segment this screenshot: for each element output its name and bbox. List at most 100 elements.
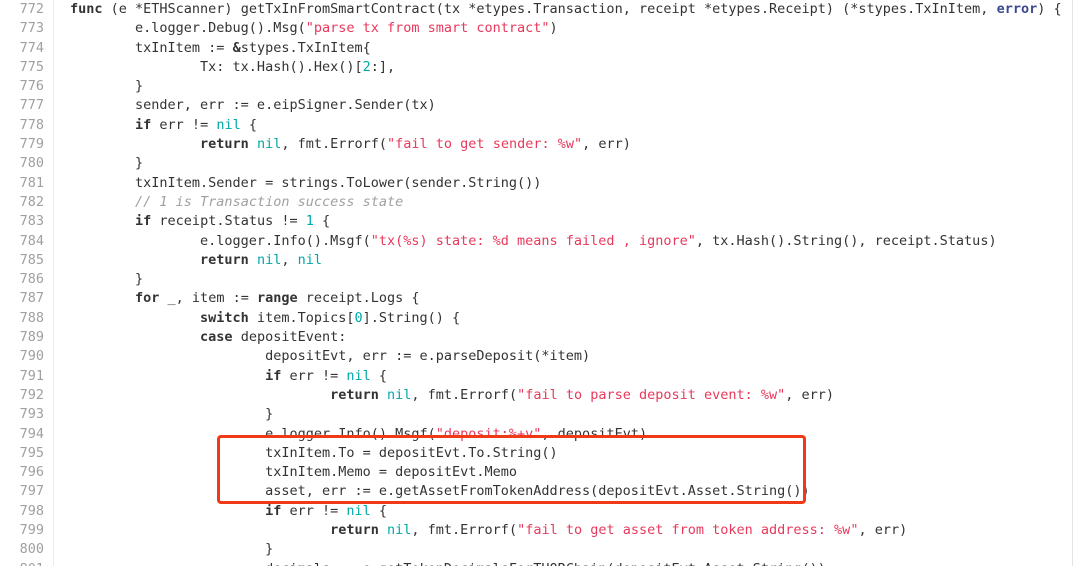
token-type: error xyxy=(996,1,1038,17)
line-content[interactable]: txInItem := &stypes.TxInItem{ xyxy=(54,39,1080,58)
line-number: 793 xyxy=(0,405,54,425)
line-content[interactable]: } xyxy=(54,77,1080,96)
code-line: 778 if err != nil { xyxy=(0,115,1080,136)
line-content[interactable]: if err != nil { xyxy=(54,367,1080,386)
line-content[interactable]: return nil, fmt.Errorf("fail to get asse… xyxy=(54,521,1080,540)
token-pl: txInItem.To = depositEvt.To.String() xyxy=(70,444,558,461)
line-content[interactable]: asset, err := e.getAssetFromTokenAddress… xyxy=(54,482,1080,501)
token-str: "parse tx from smart contract" xyxy=(305,20,550,37)
line-content[interactable]: Tx: tx.Hash().Hex()[2:], xyxy=(54,58,1080,77)
token-str: "fail to get asset from token address: %… xyxy=(517,522,859,539)
line-content[interactable]: txInItem.Sender = strings.ToLower(sender… xyxy=(54,174,1080,193)
token-pl: , fmt.Errorf( xyxy=(411,522,518,539)
line-content[interactable]: } xyxy=(54,540,1080,559)
code-line: 782 // 1 is Transaction success state xyxy=(0,192,1080,213)
line-number: 791 xyxy=(0,366,54,386)
line-content[interactable]: return nil, fmt.Errorf("fail to get send… xyxy=(54,135,1080,154)
code-line: 776 } xyxy=(0,77,1080,97)
code-line: 788 switch item.Topics[0].String() { xyxy=(0,308,1080,329)
line-number: 776 xyxy=(0,77,54,97)
code-listing: 772 func (e *ETHScanner) getTxInFromSmart… xyxy=(0,0,1080,566)
token-pl: e.logger.Info().Msgf( xyxy=(70,232,371,249)
line-content[interactable]: } xyxy=(54,154,1080,173)
line-number: 779 xyxy=(0,135,54,155)
line-number: 778 xyxy=(0,115,54,136)
token-pl: decimals := e.getTokenDecimalsForTHORCha… xyxy=(70,561,826,566)
code-line: 772 func (e *ETHScanner) getTxInFromSmart… xyxy=(0,0,1080,20)
line-content[interactable]: func (e *ETHScanner) getTxInFromSmartCon… xyxy=(54,0,1080,19)
token-kw: range xyxy=(256,290,298,307)
token-pl: receipt.Status != xyxy=(151,213,306,230)
token-kw: return xyxy=(330,386,379,403)
line-content[interactable]: txInItem.To = depositEvt.To.String() xyxy=(54,444,1080,463)
line-content[interactable]: txInItem.Memo = depositEvt.Memo xyxy=(54,463,1080,482)
token-pl: depositEvent: xyxy=(232,329,347,346)
code-line: 780 } xyxy=(0,154,1080,174)
token-kw: if xyxy=(135,213,152,230)
token-pl: txInItem.Sender = strings.ToLower(sender… xyxy=(70,174,542,191)
line-content[interactable]: if err != nil { xyxy=(54,502,1080,521)
line-number: 790 xyxy=(0,347,54,367)
line-content[interactable]: case depositEvent: xyxy=(54,328,1080,347)
line-content[interactable]: for _, item := range receipt.Logs { xyxy=(54,289,1080,308)
line-number: 788 xyxy=(0,308,54,329)
line-number: 773 xyxy=(0,19,54,39)
code-line: 786 } xyxy=(0,270,1080,290)
token-pl: , err) xyxy=(582,136,631,153)
line-content[interactable]: return nil, fmt.Errorf("fail to parse de… xyxy=(54,386,1080,405)
line-number: 777 xyxy=(0,96,54,116)
code-line: 777 sender, err := e.eipSigner.Sender(tx… xyxy=(0,96,1080,116)
line-content[interactable]: switch item.Topics[0].String() { xyxy=(54,309,1080,328)
token-pl: , err) xyxy=(858,522,908,539)
line-content[interactable]: e.logger.Info().Msgf("tx(%s) state: %d m… xyxy=(54,232,1080,251)
token-pl: , err) xyxy=(785,386,835,403)
token-pl: , fmt.Errorf( xyxy=(411,386,518,403)
line-content[interactable]: if err != nil { xyxy=(54,116,1080,135)
line-content[interactable]: e.logger.Debug().Msg("parse tx from smar… xyxy=(54,19,1080,38)
token-nil: nil xyxy=(216,116,241,133)
token-pl: depositEvt, err := e.parseDeposit(*item) xyxy=(70,348,591,365)
line-content[interactable]: } xyxy=(54,405,1080,424)
line-content[interactable]: sender, err := e.eipSigner.Sender(tx) xyxy=(54,96,1080,115)
token-pl: asset, err := e.getAssetFromTokenAddress… xyxy=(70,483,810,500)
code-line: 791 if err != nil { xyxy=(0,366,1080,386)
line-content[interactable]: return nil, nil xyxy=(54,251,1080,270)
token-pl: item.Topics[ xyxy=(248,309,355,326)
token-str: "tx(%s) state: %d means failed , ignore" xyxy=(370,232,696,249)
token-kw: switch xyxy=(200,309,249,326)
line-content[interactable]: depositEvt, err := e.parseDeposit(*item) xyxy=(54,347,1080,366)
line-number: 789 xyxy=(0,328,54,348)
token-pl: _, item := xyxy=(159,290,257,307)
code-line: 783 if receipt.Status != 1 { xyxy=(0,212,1080,232)
line-number: 797 xyxy=(0,482,54,502)
token-nil: nil xyxy=(387,386,412,403)
code-line: 790 depositEvt, err := e.parseDeposit(*i… xyxy=(0,347,1080,367)
line-content[interactable]: } xyxy=(54,270,1080,289)
line-content[interactable]: decimals := e.getTokenDecimalsForTHORCha… xyxy=(54,560,1080,566)
line-number: 800 xyxy=(0,540,54,560)
code-line: 784 e.logger.Info().Msgf("tx(%s) state: … xyxy=(0,231,1080,251)
token-kw: case xyxy=(200,329,233,346)
code-line: 781 txInItem.Sender = strings.ToLower(se… xyxy=(0,173,1080,193)
token-num: 2 xyxy=(362,58,371,75)
line-number: 792 xyxy=(0,385,54,406)
token-nil: nil xyxy=(256,136,282,153)
code-line: 779 return nil, fmt.Errorf("fail to get … xyxy=(0,135,1080,155)
line-content[interactable]: if receipt.Status != 1 { xyxy=(54,212,1080,231)
line-number: 796 xyxy=(0,463,54,483)
token-pl: { xyxy=(240,116,257,133)
token-kw: return xyxy=(330,522,379,539)
token-pl: } xyxy=(70,155,144,172)
token-pl: } xyxy=(70,271,144,288)
token-pl: , xyxy=(281,251,298,268)
line-content[interactable]: e.logger.Info().Msgf("deposit:%+v", depo… xyxy=(54,425,1080,444)
token-nil: nil xyxy=(387,522,412,539)
line-content[interactable]: // 1 is Transaction success state xyxy=(54,193,1080,212)
